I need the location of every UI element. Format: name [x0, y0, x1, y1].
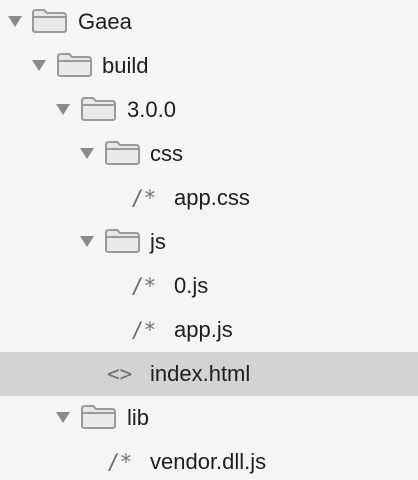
tree-item-label: lib	[127, 405, 150, 430]
disclosure-triangle-icon[interactable]	[80, 148, 94, 159]
tree-item-label: app.css	[174, 185, 250, 210]
folder-icon	[105, 141, 140, 165]
tree-item-label: build	[102, 53, 149, 78]
tree-item-label: 3.0.0	[127, 97, 176, 122]
tree-item-3-0-0[interactable]: 3.0.0	[0, 88, 418, 132]
tree-item-app-js[interactable]: /* app.js	[0, 308, 418, 352]
tree-item-label: vendor.dll.js	[150, 449, 267, 474]
folder-icon	[57, 53, 92, 77]
tree-item-0-js[interactable]: /* 0.js	[0, 264, 418, 308]
comment-file-icon: /*	[131, 318, 157, 342]
tree-item-label: css	[150, 141, 183, 166]
comment-file-icon: /*	[131, 186, 157, 210]
disclosure-triangle-icon[interactable]	[32, 60, 46, 71]
disclosure-triangle-icon[interactable]	[56, 412, 70, 423]
tree-item-app-css[interactable]: /* app.css	[0, 176, 418, 220]
tree-item-gaea[interactable]: Gaea	[0, 0, 418, 44]
disclosure-triangle-icon[interactable]	[80, 236, 94, 247]
tree-item-label: Gaea	[78, 9, 132, 34]
tree-item-label: app.js	[174, 317, 233, 342]
tree-item-vendor-dll-js[interactable]: /* vendor.dll.js	[0, 440, 418, 480]
tree-item-css[interactable]: css	[0, 132, 418, 176]
tree-item-label: js	[150, 229, 166, 254]
tree-item-label: index.html	[150, 361, 251, 386]
folder-icon	[81, 405, 116, 429]
comment-file-icon: /*	[107, 450, 133, 474]
tree-item-label: 0.js	[174, 273, 209, 298]
comment-file-icon: /*	[131, 274, 157, 298]
tree-item-index-html[interactable]: <> index.html	[0, 352, 418, 396]
disclosure-triangle-icon[interactable]	[56, 104, 70, 115]
tree-item-build[interactable]: build	[0, 44, 418, 88]
folder-icon	[105, 229, 140, 253]
folder-icon	[81, 97, 116, 121]
tree-item-js[interactable]: js	[0, 220, 418, 264]
file-tree: Gaea build 3.0.0 css /* app.css js /* 0.…	[0, 0, 418, 480]
disclosure-triangle-icon[interactable]	[8, 16, 22, 27]
tree-item-lib[interactable]: lib	[0, 396, 418, 440]
folder-icon	[32, 9, 67, 33]
html-file-icon: <>	[107, 362, 133, 386]
